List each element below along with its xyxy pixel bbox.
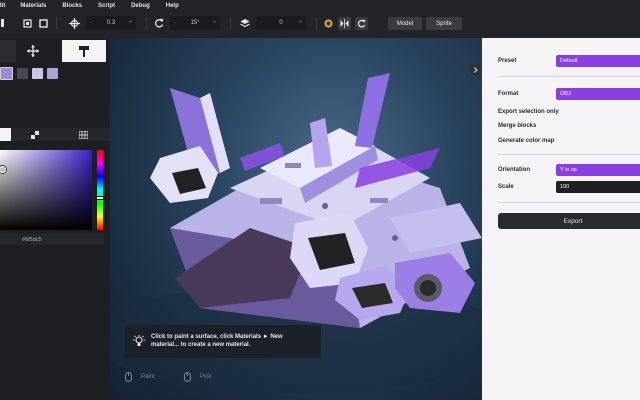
layers-icon[interactable] xyxy=(238,14,252,32)
3d-viewport[interactable]: Click to paint a surface, click Material… xyxy=(110,38,482,400)
view-eye-icon[interactable] xyxy=(322,14,334,32)
divider xyxy=(498,202,640,203)
pick-hint: Pick xyxy=(184,372,211,382)
swatch[interactable] xyxy=(32,68,43,79)
swatch[interactable] xyxy=(47,68,58,79)
left-panel: #6f5dc5 xyxy=(0,38,110,400)
rotate-step-value: 15° xyxy=(190,20,200,26)
saturation-value-picker[interactable] xyxy=(0,150,92,230)
export-button[interactable]: Export xyxy=(498,213,640,229)
mouse-right-icon xyxy=(184,372,191,382)
lightbulb-icon xyxy=(133,335,145,346)
rotate-step-field[interactable]: - 15° + xyxy=(170,16,220,30)
move-step-field[interactable]: - 0.3 + xyxy=(86,16,136,30)
menu-help[interactable]: Help xyxy=(166,3,179,9)
select-box-icon[interactable] xyxy=(20,14,34,32)
orientation-select[interactable]: Y is up xyxy=(556,164,640,176)
preset-label: Preset xyxy=(498,58,517,64)
layer-value: 0 xyxy=(279,20,283,26)
orientation-label: Orientation xyxy=(498,167,531,173)
sprite-mode-button[interactable]: Sprite xyxy=(426,17,462,30)
menu-debug[interactable]: Debug xyxy=(131,3,150,9)
menu-script[interactable]: Script xyxy=(98,3,115,9)
scale-label: Scale xyxy=(498,184,514,190)
color-mode-tabs xyxy=(0,128,110,141)
generate-color-map-checkbox[interactable]: Generate color map xyxy=(498,138,554,144)
tool-row xyxy=(0,40,110,62)
model-mode-button[interactable]: Model xyxy=(388,17,422,30)
format-label: Format xyxy=(498,91,519,97)
divider xyxy=(498,76,640,77)
paint-tool-button[interactable] xyxy=(62,40,106,62)
rotate-icon[interactable] xyxy=(152,14,166,32)
menu-materials[interactable]: Materials xyxy=(20,3,46,9)
paint-roller-icon xyxy=(79,46,89,57)
toolbar-divider xyxy=(146,17,147,29)
toolbar-divider xyxy=(56,17,57,29)
format-value: OBJ xyxy=(560,91,571,97)
pick-hint-label: Pick xyxy=(200,374,212,380)
tab-color-picker[interactable] xyxy=(0,128,11,141)
scale-value: 100 xyxy=(560,184,570,190)
picker-handle[interactable] xyxy=(0,166,6,173)
merge-blocks-checkbox[interactable]: Merge blocks xyxy=(498,123,536,129)
export-selection-checkbox[interactable]: Export selection only xyxy=(498,109,559,115)
orientation-value: Y is up xyxy=(560,167,577,173)
move-icon[interactable] xyxy=(66,14,82,32)
top-bar: dit Materials Blocks Script Debug Help -… xyxy=(0,0,640,38)
mirror-icon[interactable] xyxy=(338,17,351,30)
hue-slider-handle[interactable] xyxy=(96,196,104,200)
mouse-left-icon xyxy=(125,372,132,382)
toolbar-edge-icon[interactable] xyxy=(0,14,6,32)
reset-view-icon[interactable] xyxy=(355,17,368,30)
toolbar-divider xyxy=(230,17,231,29)
move-step-value: 0.3 xyxy=(106,20,116,26)
paint-hint: Paint xyxy=(125,372,155,382)
swatch-row xyxy=(0,67,58,80)
hex-input[interactable]: #6f5dc5 xyxy=(0,234,104,245)
preset-select[interactable]: Default xyxy=(556,55,640,67)
tip-text: Click to paint a surface, click Material… xyxy=(151,334,283,348)
format-select[interactable]: OBJ xyxy=(556,88,640,100)
toolbar: - 0.3 + - 15° + - 0 + Model Sprite xyxy=(0,14,640,34)
move-tool-icon[interactable] xyxy=(27,45,39,59)
chevron-right-icon xyxy=(473,66,478,73)
menu-bar: dit Materials Blocks Script Debug Help xyxy=(0,0,195,12)
export-panel: Preset Default Format OBJ Export selecti… xyxy=(470,38,640,400)
paint-hint-label: Paint xyxy=(141,374,155,380)
palette-grid-icon[interactable] xyxy=(78,130,89,141)
divider xyxy=(498,154,640,155)
collapse-panel-button[interactable] xyxy=(470,64,480,75)
menu-blocks[interactable]: Blocks xyxy=(62,3,82,9)
frame-icon[interactable] xyxy=(36,14,50,32)
hue-slider[interactable] xyxy=(96,150,104,230)
scale-input[interactable]: 100 xyxy=(556,181,640,193)
layer-field[interactable]: - 0 + xyxy=(256,16,306,30)
preset-value: Default xyxy=(560,58,578,64)
tool-select-edge[interactable] xyxy=(0,40,16,62)
checker-icon[interactable] xyxy=(31,131,39,141)
menu-edit[interactable]: dit xyxy=(0,3,5,9)
tip-panel: Click to paint a surface, click Material… xyxy=(125,325,321,358)
toolbar-divider xyxy=(316,17,317,29)
swatch[interactable] xyxy=(17,68,28,79)
swatch-selected[interactable] xyxy=(0,67,13,80)
